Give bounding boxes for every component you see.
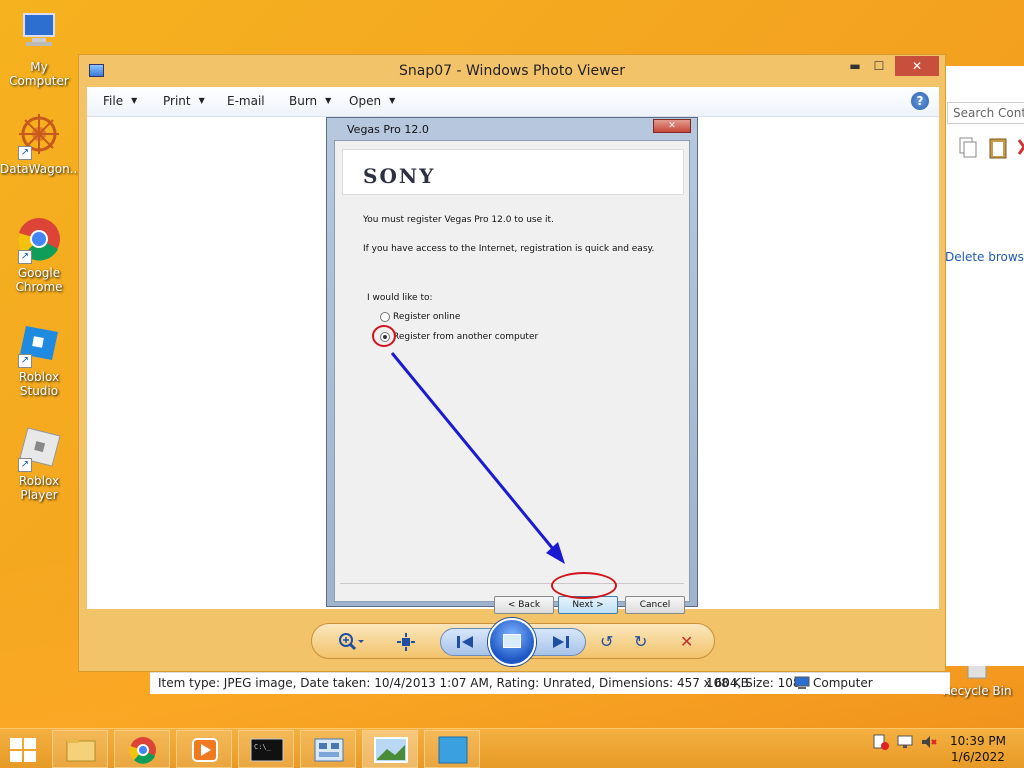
- app-window-icon: [438, 736, 468, 764]
- taskbar-media-player[interactable]: [176, 730, 232, 768]
- svg-text:C:\_: C:\_: [254, 743, 272, 751]
- network-icon: [314, 738, 344, 762]
- action-center-icon[interactable]: [872, 733, 890, 754]
- chrome-icon: [129, 737, 156, 764]
- status-computer-icon: [794, 676, 810, 693]
- status-info: Item type: JPEG image, Date taken: 10/4/…: [158, 676, 801, 690]
- windows-logo-icon: [10, 738, 22, 749]
- folder-icon: [66, 739, 96, 762]
- taskbar-photo-viewer[interactable]: [362, 730, 418, 768]
- taskbar-file-explorer[interactable]: [52, 730, 108, 768]
- taskbar-command-prompt[interactable]: C:\_: [238, 730, 294, 768]
- taskbar-app[interactable]: [424, 730, 480, 768]
- taskbar-network[interactable]: [300, 730, 356, 768]
- volume-muted-icon[interactable]: [920, 733, 938, 754]
- status-size: 108 KB: [706, 676, 749, 690]
- photo-viewer-icon: [374, 737, 408, 763]
- network-tray-icon[interactable]: [896, 733, 914, 754]
- status-bar: Item type: JPEG image, Date taken: 10/4/…: [150, 672, 950, 694]
- media-player-icon: [192, 738, 218, 762]
- taskbar-chrome[interactable]: [114, 730, 170, 768]
- annotation-arrow-icon: [390, 352, 565, 564]
- clock-date: 1/6/2022: [951, 750, 1005, 764]
- taskbar: C:\_ 10:39 PM 1/6/2022: [0, 728, 1024, 768]
- terminal-icon: C:\_: [250, 738, 284, 762]
- system-clock[interactable]: 10:39 PM 1/6/2022: [950, 733, 1006, 765]
- clock-time: 10:39 PM: [950, 734, 1006, 748]
- status-location: Computer: [813, 676, 873, 690]
- start-button[interactable]: [10, 738, 38, 762]
